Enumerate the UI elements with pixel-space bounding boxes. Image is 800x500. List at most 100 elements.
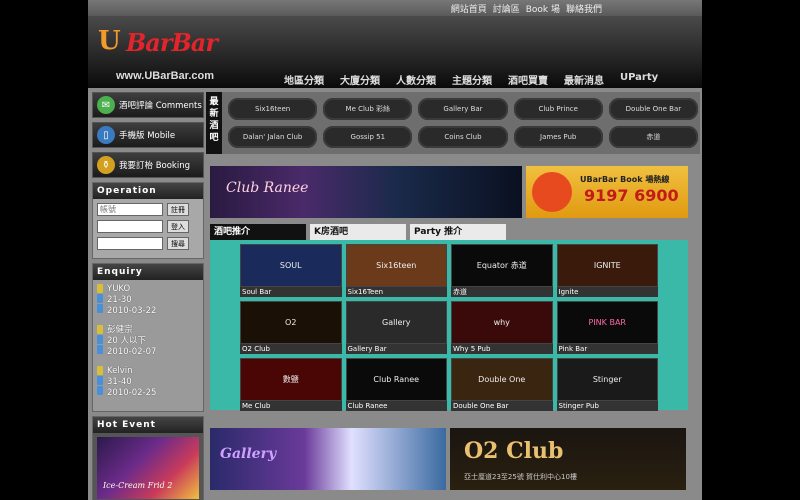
new-bar-item[interactable]: 赤道 [608,126,698,148]
operation-title: Operation [93,183,203,199]
bar-grid: SOUL Soul Bar Six16teen Six16Teen Equator … [210,240,688,411]
bar-card[interactable]: Double One Double One Bar [451,358,553,411]
booking-label: 我要訂枱 Booking [119,161,191,171]
link-contact[interactable]: 聯絡我們 [566,2,602,15]
new-bar-item[interactable]: Gallery Bar [418,98,508,120]
bar-card[interactable]: why Why 5 Pub [451,301,553,354]
new-bar-item[interactable]: Double One Bar [608,98,698,120]
bar-card[interactable]: 數鹽 Me Club [240,358,342,411]
login-button[interactable]: 登入 [167,220,189,233]
new-bar-item[interactable]: James Pub [513,126,603,148]
booking-button[interactable]: ⚱ 我要訂枱 Booking [92,152,204,178]
bottle-icon: ⚱ [97,156,115,174]
bar-card[interactable]: Stinger Stinger Pub [556,358,658,411]
new-bar-item[interactable]: Club Prince [513,98,603,120]
nav-theme[interactable]: 主題分類 [452,72,492,87]
gallery-banner[interactable]: Gallery [210,428,446,490]
bar-card[interactable]: Six16teen Six16Teen [345,244,447,297]
nav-headcount[interactable]: 人數分類 [396,72,436,87]
link-home[interactable]: 網站首頁 [451,2,487,15]
new-bar-item[interactable]: Me Club 彩絲 [323,98,413,120]
booking-hotline-banner[interactable]: UBarBar Book 場熱線 9197 6900 [526,166,688,218]
tab-bar-recommend[interactable]: 酒吧推介 [210,224,306,240]
comments-button[interactable]: ✉ 酒吧評論 Comments [92,92,204,118]
bar-thumbnail: PINK BAR [556,301,658,344]
bar-card[interactable]: Gallery Gallery Bar [345,301,447,354]
logo[interactable]: U BarBar [98,20,228,70]
header: U BarBar www.UBarBar.com 地區分類 大廈分類 人數分類 … [88,16,702,88]
new-bar-item[interactable]: Coins Club [418,126,508,148]
hot-event-title: Hot Event [93,417,203,433]
enquiry-entry: Kelvin 31-40 2010-02-25 [97,366,199,399]
enquiry-name: Kelvin [107,366,133,376]
bar-card[interactable]: IGNITE Ignite [556,244,658,297]
operation-panel: Operation 註冊 登入 搜尋 [92,182,204,259]
bar-card[interactable]: Equator 赤道 赤道 [451,244,553,297]
hot-event-caption: Ice-Cream Frid 2 [103,481,173,490]
nav-uparty[interactable]: UParty [620,72,658,87]
enquiry-age: 20 人以下 [107,336,147,346]
recommend-tabs: 酒吧推介 K房酒吧 Party 推介 [210,224,506,240]
chat-bubble-icon: ✉ [97,96,115,114]
bar-caption: Me Club [240,401,342,411]
bar-card[interactable]: O2 O2 Club [240,301,342,354]
username-field[interactable] [97,203,163,216]
mobile-phone-icon: ▯ [97,126,115,144]
new-bar-item[interactable]: Dalan' Jalan Club [228,126,318,148]
bar-thumbnail: Equator 赤道 [451,244,553,287]
new-bars-list: Six16teen Me Club 彩絲 Gallery Bar Club Pr… [228,98,698,148]
search-button[interactable]: 搜尋 [167,237,189,250]
bottom-banners: Gallery O2 Club 亞士厘道23至25號 賀仕利中心10樓 [210,428,686,490]
new-bars-label: 最新酒吧 [206,92,222,154]
new-bar-item[interactable]: Gossip 51 [323,126,413,148]
link-forum[interactable]: 討論區 [493,2,520,15]
bar-thumbnail: O2 [240,301,342,344]
bar-thumbnail: Gallery [345,301,447,344]
tab-karaoke-bars[interactable]: K房酒吧 [310,224,406,240]
o2-club-banner[interactable]: O2 Club 亞士厘道23至25號 賀仕利中心10樓 [450,428,686,490]
bar-caption: Six16Teen [345,287,447,297]
enquiry-age: 21-30 [107,295,132,305]
main-content: 最新酒吧 Six16teen Me Club 彩絲 Gallery Bar Cl… [206,92,700,490]
club-ranee-banner[interactable]: Club Ranee [210,166,522,218]
new-bar-item[interactable]: Six16teen [228,98,318,120]
register-button[interactable]: 註冊 [167,203,189,216]
bar-caption: Why 5 Pub [451,344,553,354]
bar-card[interactable]: Club Ranee Club Ranee [345,358,447,411]
enquiry-age: 31-40 [107,377,132,387]
link-book[interactable]: Book 場 [526,2,560,15]
enquiry-entry: YUKO 21-30 2010-03-22 [97,284,199,317]
hot-event-image[interactable]: Ice-Cream Frid 2 [97,437,199,499]
bar-caption: O2 Club [240,344,342,354]
bar-thumbnail: Club Ranee [345,358,447,401]
enquiry-name: YUKO [107,284,131,294]
heart-eyes-face-icon [532,172,572,212]
bar-thumbnail: 數鹽 [240,358,342,401]
logo-u: U [98,26,121,56]
nav-news[interactable]: 最新消息 [564,72,604,87]
bar-caption: Soul Bar [240,287,342,297]
tab-party[interactable]: Party 推介 [410,224,506,240]
nav-building[interactable]: 大廈分類 [340,72,380,87]
nav-district[interactable]: 地區分類 [284,72,324,87]
top-links: 網站首頁 討論區 Book 場 聯絡我們 [451,2,602,15]
club-ranee-title: Club Ranee [226,180,309,196]
enquiry-entry: 彭健宗 20 人以下 2010-02-07 [97,325,199,358]
left-sidebar: ✉ 酒吧評論 Comments ▯ 手機版 Mobile ⚱ 我要訂枱 Book… [92,92,204,500]
bar-caption: Double One Bar [451,401,553,411]
bar-thumbnail: SOUL [240,244,342,287]
nav-trade[interactable]: 酒吧買賣 [508,72,548,87]
mobile-button[interactable]: ▯ 手機版 Mobile [92,122,204,148]
enquiry-panel: Enquiry YUKO 21-30 2010-03-22 彭健宗 20 人以下 [92,263,204,412]
enquiry-name: 彭健宗 [107,325,133,335]
person-icon [97,325,103,358]
bar-thumbnail: Six16teen [345,244,447,287]
comments-label: 酒吧評論 Comments [119,101,202,111]
new-bars-bar: 最新酒吧 Six16teen Me Club 彩絲 Gallery Bar Cl… [206,92,700,154]
bar-card[interactable]: SOUL Soul Bar [240,244,342,297]
bar-card[interactable]: PINK BAR Pink Bar [556,301,658,354]
password-field[interactable] [97,220,163,233]
bar-caption: Pink Bar [556,344,658,354]
site-url: www.UBarBar.com [116,70,215,82]
search-input[interactable] [97,237,163,250]
